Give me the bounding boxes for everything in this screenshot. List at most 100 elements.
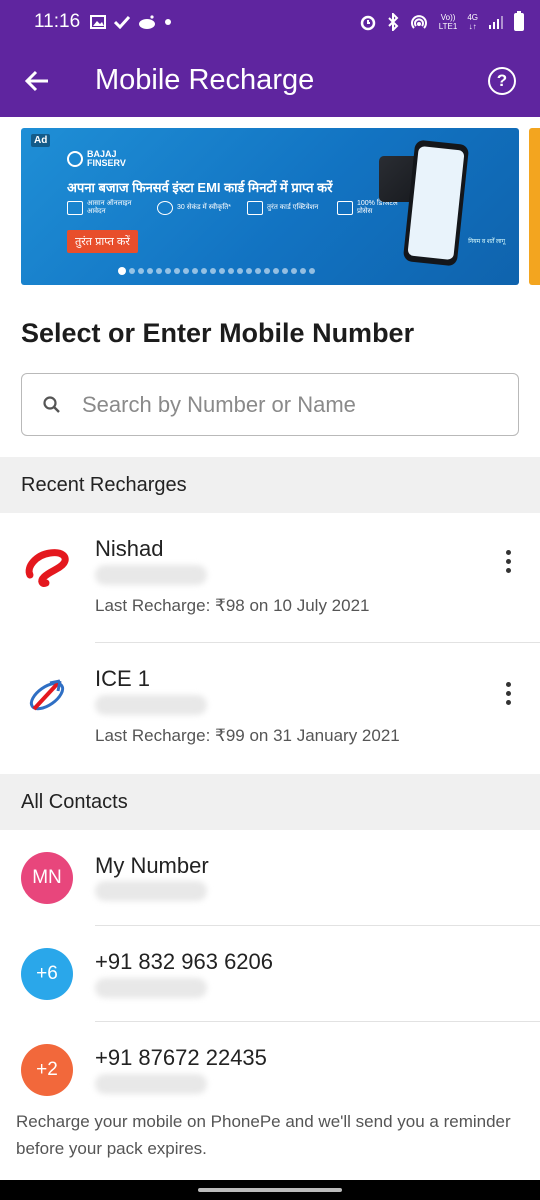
page-title: Mobile Recharge (95, 64, 315, 96)
contact-list-item[interactable]: +2 +91 87672 22435 (0, 1022, 540, 1108)
next-banner-peek[interactable] (529, 128, 540, 285)
status-bar: 11:16 Vo)) LTE1 4G ↓↑ (0, 0, 540, 44)
contact-list-item[interactable]: +6 +91 832 963 6206 (0, 926, 540, 1022)
carousel-dot (273, 268, 279, 274)
reminder-note: Recharge your mobile on PhonePe and we'l… (16, 1108, 526, 1162)
bsnl-logo-icon (29, 679, 65, 711)
net-top: 4G (467, 13, 478, 22)
carousel-dot (219, 268, 225, 274)
contact-list-item[interactable]: MN My Number (0, 830, 540, 926)
recent-recharge-item[interactable]: ICE 1 Last Recharge: ₹99 on 31 January 2… (0, 643, 540, 773)
last-recharge-text: Last Recharge: ₹99 on 31 January 2021 (95, 726, 400, 745)
phone-image (402, 139, 470, 267)
carousel-dot (129, 268, 135, 274)
banner-feature: तुरंत कार्ड एक्टिवेशन (247, 200, 323, 216)
carousel-dot (165, 268, 171, 274)
contact-name: +91 832 963 6206 (95, 949, 274, 974)
carousel-dot (246, 268, 252, 274)
ad-banner[interactable]: Ad BAJAJ FINSERV अपना बजाज फिनसर्व इंस्ट… (21, 128, 519, 285)
phone-number-redacted (95, 881, 207, 901)
banner-fine-print: नियम व शर्तें लागू (468, 239, 505, 245)
more-vert-icon (505, 550, 511, 555)
carousel-indicator (118, 267, 315, 275)
more-vert-icon (505, 682, 511, 687)
avatar: +2 (21, 1044, 73, 1096)
airtel-logo-icon (25, 549, 69, 587)
carousel-dot (228, 268, 234, 274)
search-icon (22, 395, 82, 415)
phone-number-redacted (95, 565, 207, 585)
all-contacts-header: All Contacts (0, 774, 540, 830)
system-nav-bar (0, 1180, 540, 1200)
carousel-dot (147, 268, 153, 274)
signal-icon (489, 16, 503, 29)
check-icon (114, 15, 131, 29)
status-notification-icons (90, 15, 172, 29)
contact-name: My Number (95, 853, 209, 878)
timer-icon (157, 201, 173, 215)
network-4g-icon: 4G ↓↑ (467, 13, 478, 31)
bajaj-logo-icon (67, 151, 83, 167)
phone-number-redacted (95, 978, 207, 998)
carousel-dot (192, 268, 198, 274)
carousel-dot (264, 268, 270, 274)
last-recharge-text: Last Recharge: ₹98 on 10 July 2021 (95, 596, 370, 615)
carousel-dot (300, 268, 306, 274)
bluetooth-icon (388, 13, 399, 31)
more-options-button[interactable] (498, 682, 518, 705)
carousel-dot (156, 268, 162, 274)
help-circle-icon: ? (496, 71, 508, 90)
banner-feature-text: 30 सेकंड में स्वीकृति* (177, 204, 231, 211)
banner-feature-text: 100% डिजिटल प्रोसेस (357, 200, 398, 215)
card-check-icon (247, 201, 263, 215)
brand-name: BAJAJ FINSERV (87, 149, 126, 168)
avatar: MN (21, 852, 73, 904)
alarm-icon (360, 15, 376, 31)
carousel-dot (309, 268, 315, 274)
contact-name: ICE 1 (95, 666, 151, 691)
contact-name: Nishad (95, 536, 164, 561)
digital-icon (337, 201, 353, 215)
ad-badge: Ad (31, 134, 51, 147)
carousel-dot (210, 268, 216, 274)
reddit-icon (139, 15, 156, 29)
search-box[interactable] (21, 373, 519, 436)
banner-cta-button[interactable]: तुरंत प्राप्त करें (67, 230, 138, 253)
carousel-dot (118, 267, 126, 275)
brand-logo: BAJAJ FINSERV (67, 150, 127, 168)
carousel-dot (291, 268, 297, 274)
carousel-dot (138, 268, 144, 274)
back-button[interactable] (0, 44, 74, 117)
select-number-heading: Select or Enter Mobile Number (21, 318, 415, 348)
carousel-dot (183, 268, 189, 274)
banner-feature: 100% डिजिटल प्रोसेस (337, 200, 413, 216)
banner-feature: 30 सेकंड में स्वीकृति* (157, 200, 233, 216)
volte-icon: Vo)) LTE1 (439, 13, 458, 31)
banner-feature-text: तुरंत कार्ड एक्टिवेशन (267, 204, 319, 211)
carousel-dot (282, 268, 288, 274)
banner-features: आसान ऑनलाइन आवेदन 30 सेकंड में स्वीकृति*… (67, 200, 413, 216)
laptop-icon (67, 201, 83, 215)
recent-recharge-item[interactable]: Nishad Last Recharge: ₹98 on 10 July 202… (0, 513, 540, 643)
help-button[interactable]: ? (488, 67, 516, 95)
net-bottom: ↓↑ (468, 22, 477, 31)
phone-number-redacted (95, 1074, 207, 1094)
recent-recharges-header: Recent Recharges (0, 457, 540, 513)
status-time: 11:16 (34, 11, 81, 32)
contact-name: +91 87672 22435 (95, 1045, 267, 1070)
volte-top: Vo)) (440, 13, 456, 22)
carousel-dot (174, 268, 180, 274)
avatar: +6 (21, 948, 73, 1000)
dot-icon (165, 19, 172, 25)
status-system-icons: Vo)) LTE1 4G ↓↑ (359, 11, 524, 31)
home-gesture-handle[interactable] (198, 1188, 342, 1192)
banner-feature-text: आसान ऑनलाइन आवेदन (87, 200, 132, 215)
arrow-left-icon (24, 70, 48, 91)
battery-icon (514, 11, 524, 31)
hotspot-icon (410, 15, 427, 29)
search-input[interactable] (82, 391, 502, 418)
banner-feature: आसान ऑनलाइन आवेदन (67, 200, 143, 216)
carousel-dot (237, 268, 243, 274)
image-icon (90, 15, 107, 29)
more-options-button[interactable] (498, 550, 518, 573)
